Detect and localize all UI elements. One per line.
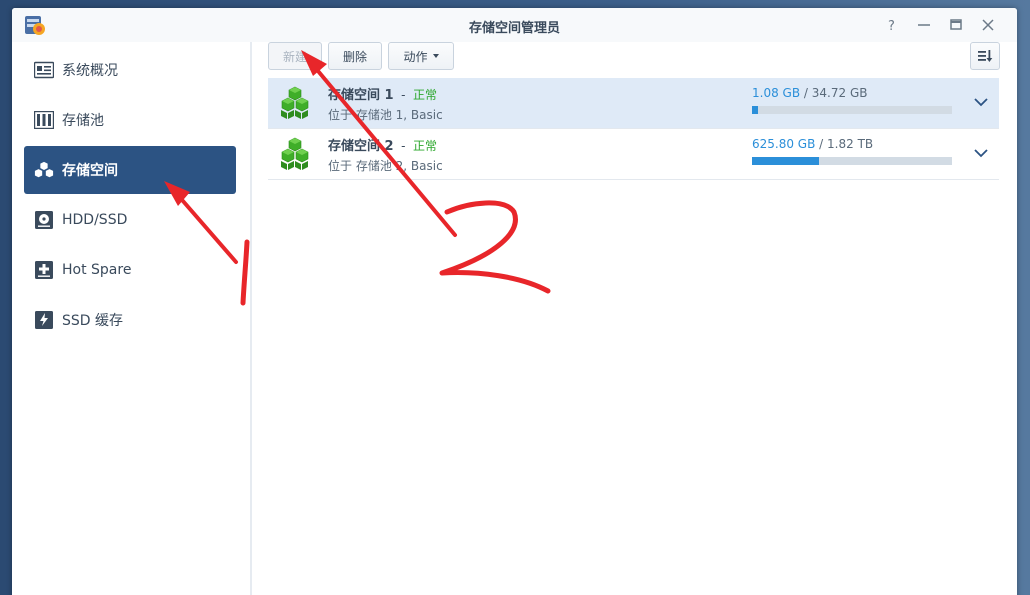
volume-status-dash: - xyxy=(401,139,406,153)
volume-usage: 625.80 GB / 1.82 TB xyxy=(752,137,873,151)
action-dropdown-label: 动作 xyxy=(403,49,428,64)
volume-status: 正常 xyxy=(412,88,437,102)
sidebar: 系统概况 存储池 存储空间 HDD/SSD Hot Spare SSD 缓存 xyxy=(12,42,250,595)
sidebar-item-label: 存储空间 xyxy=(62,163,118,179)
storage-manager-window: 存储空间管理员 ? 系统概况 存储池 存储空间 HDD/SSD Hot Spar… xyxy=(12,8,1017,595)
action-dropdown[interactable]: 动作 xyxy=(388,42,454,70)
usage-bar-fill xyxy=(752,106,759,114)
usage-bar xyxy=(752,106,952,114)
volume-cubes-icon xyxy=(278,137,312,171)
volume-location: 位于 存储池 1, Basic xyxy=(328,108,443,122)
sidebar-item-overview[interactable]: 系统概况 xyxy=(24,46,236,94)
ssd-cache-icon xyxy=(34,310,54,330)
usage-used: 625.80 GB xyxy=(752,137,816,151)
volume-usage: 1.08 GB / 34.72 GB xyxy=(752,86,867,100)
sidebar-item-volume[interactable]: 存储空间 xyxy=(24,146,236,194)
storage-pool-icon xyxy=(34,110,54,130)
expand-chevron-icon[interactable] xyxy=(973,94,989,110)
minimize-button[interactable] xyxy=(914,15,934,35)
sidebar-item-label: SSD 缓存 xyxy=(62,313,124,329)
annotation-label-2: 2 xyxy=(0,0,1,1)
volume-row[interactable]: 存储空间 1 - 正常 位于 存储池 1, Basic 1.08 GB / 34… xyxy=(268,78,999,129)
window-title: 存储空间管理员 xyxy=(468,21,560,36)
caret-down-icon xyxy=(432,54,439,58)
toolbar: 新建 删除 动作 xyxy=(268,42,1008,72)
sidebar-item-label: 系统概况 xyxy=(62,63,118,79)
volume-location: 位于 存储池 2, Basic xyxy=(328,159,443,173)
expand-chevron-icon[interactable] xyxy=(973,145,989,161)
volume-status-dash: - xyxy=(401,88,406,102)
close-button[interactable] xyxy=(978,15,998,35)
annotation-label-1: 1 xyxy=(0,0,1,1)
svg-text:?: ? xyxy=(888,19,895,34)
volume-status: 正常 xyxy=(412,139,437,153)
sort-icon xyxy=(978,50,993,62)
volume-row[interactable]: 存储空间 2 - 正常 位于 存储池 2, Basic 625.80 GB / … xyxy=(268,129,999,180)
title-bar: 存储空间管理员 ? xyxy=(12,8,1017,42)
sidebar-item-label: 存储池 xyxy=(62,113,104,129)
volume-name-line: 存储空间 2 - 正常 xyxy=(328,135,437,154)
hot-spare-icon xyxy=(34,260,54,280)
usage-separator: / xyxy=(819,137,824,151)
usage-total: 34.72 GB xyxy=(811,86,868,100)
sidebar-item-ssd-cache[interactable]: SSD 缓存 xyxy=(24,296,236,344)
usage-bar xyxy=(752,157,952,165)
sidebar-item-storage-pool[interactable]: 存储池 xyxy=(24,96,236,144)
volume-icon xyxy=(34,160,54,180)
maximize-button[interactable] xyxy=(946,15,966,35)
sidebar-item-hdd-ssd[interactable]: HDD/SSD xyxy=(24,196,236,244)
disk-icon xyxy=(34,210,54,230)
volume-name: 存储空间 2 xyxy=(328,139,394,154)
volume-cubes-icon xyxy=(278,86,312,120)
sidebar-item-hot-spare[interactable]: Hot Spare xyxy=(24,246,236,294)
usage-bar-fill xyxy=(752,157,820,165)
sidebar-item-label: Hot Spare xyxy=(62,262,132,278)
overview-icon xyxy=(34,60,54,80)
usage-used: 1.08 GB xyxy=(752,86,801,100)
sidebar-divider xyxy=(250,42,252,595)
usage-total: 1.82 TB xyxy=(827,137,874,151)
usage-separator: / xyxy=(803,86,808,100)
sort-button[interactable] xyxy=(970,42,1000,70)
sidebar-item-label: HDD/SSD xyxy=(62,212,128,228)
volume-name-line: 存储空间 1 - 正常 xyxy=(328,84,437,103)
help-button[interactable]: ? xyxy=(882,15,902,35)
create-button[interactable]: 新建 xyxy=(268,42,322,70)
volume-name: 存储空间 1 xyxy=(328,88,394,103)
delete-button[interactable]: 删除 xyxy=(328,42,382,70)
